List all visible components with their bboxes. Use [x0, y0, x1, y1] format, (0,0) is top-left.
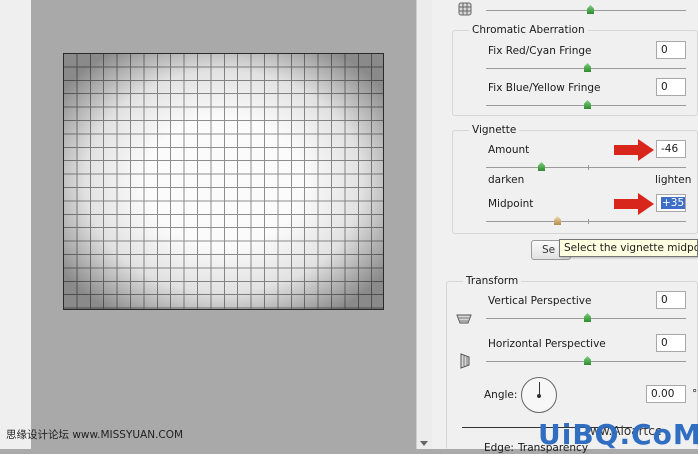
lighten-label: lighten — [655, 174, 692, 186]
angle-dial-center — [537, 394, 541, 398]
red-arrow-icon — [614, 139, 654, 161]
midpoint-input[interactable]: +35 — [656, 194, 686, 212]
horizontal-perspective-value: 0 — [661, 337, 668, 349]
transform-title: Transform — [463, 275, 522, 287]
preview-grid-image — [63, 53, 384, 310]
amount-slider-center-tick — [588, 165, 589, 170]
angle-label: Angle: — [484, 389, 518, 401]
midpoint-slider[interactable] — [486, 216, 686, 225]
grid-icon — [458, 2, 472, 16]
blue-yellow-value: 0 — [661, 81, 668, 93]
vignette-title: Vignette — [469, 124, 520, 136]
angle-unit: ° — [692, 388, 698, 400]
red-arrow-icon — [614, 193, 654, 215]
red-cyan-input[interactable]: 0 — [656, 41, 686, 59]
blue-yellow-label: Fix Blue/Yellow Fringe — [488, 82, 601, 94]
blue-yellow-slider[interactable] — [486, 100, 686, 109]
top-slider-track[interactable] — [486, 5, 686, 14]
angle-dial[interactable] — [521, 377, 557, 413]
vertical-perspective-slider[interactable] — [486, 313, 686, 322]
top-slider-thumb[interactable] — [587, 5, 594, 14]
angle-value: 0.00 — [651, 388, 675, 400]
edge-label: Edge: — [484, 442, 514, 454]
angle-input[interactable]: 0.00 — [646, 385, 686, 403]
scroll-down-arrow-icon[interactable] — [420, 441, 428, 446]
midpoint-slider-center-tick — [588, 219, 589, 224]
amount-value: -46 — [661, 143, 679, 155]
site-watermark: 思缘设计论坛 www.MISSYUAN.COM — [6, 429, 184, 441]
settings-panel: Chromatic Aberration Fix Red/Cyan Fringe… — [432, 0, 698, 454]
vertical-perspective-input[interactable]: 0 — [656, 291, 686, 309]
vignette-midpoint-tooltip: Select the vignette midpo — [559, 239, 698, 257]
chromatic-aberration-title: Chromatic Aberration — [469, 24, 588, 36]
red-cyan-value: 0 — [661, 44, 668, 56]
amount-input[interactable]: -46 — [656, 140, 686, 158]
vertical-perspective-icon — [456, 314, 472, 324]
horizontal-perspective-slider[interactable] — [486, 356, 686, 365]
horizontal-perspective-icon — [460, 353, 470, 369]
vertical-perspective-label: Vertical Perspective — [488, 295, 592, 307]
left-tool-strip — [0, 0, 31, 449]
vertical-perspective-value: 0 — [661, 294, 668, 306]
midpoint-label: Midpoint — [488, 198, 534, 210]
midpoint-value: +35 — [661, 197, 686, 209]
horizontal-perspective-label: Horizontal Perspective — [488, 338, 606, 350]
preview-scrollbar[interactable] — [416, 0, 432, 449]
brand-watermark: UiBQ.CoM — [538, 418, 698, 451]
red-cyan-label: Fix Red/Cyan Fringe — [488, 45, 592, 57]
horizontal-perspective-input[interactable]: 0 — [656, 334, 686, 352]
amount-label: Amount — [488, 144, 530, 156]
red-cyan-slider[interactable] — [486, 63, 686, 72]
darken-label: darken — [488, 174, 525, 186]
blue-yellow-input[interactable]: 0 — [656, 78, 686, 96]
amount-slider[interactable] — [486, 162, 686, 171]
